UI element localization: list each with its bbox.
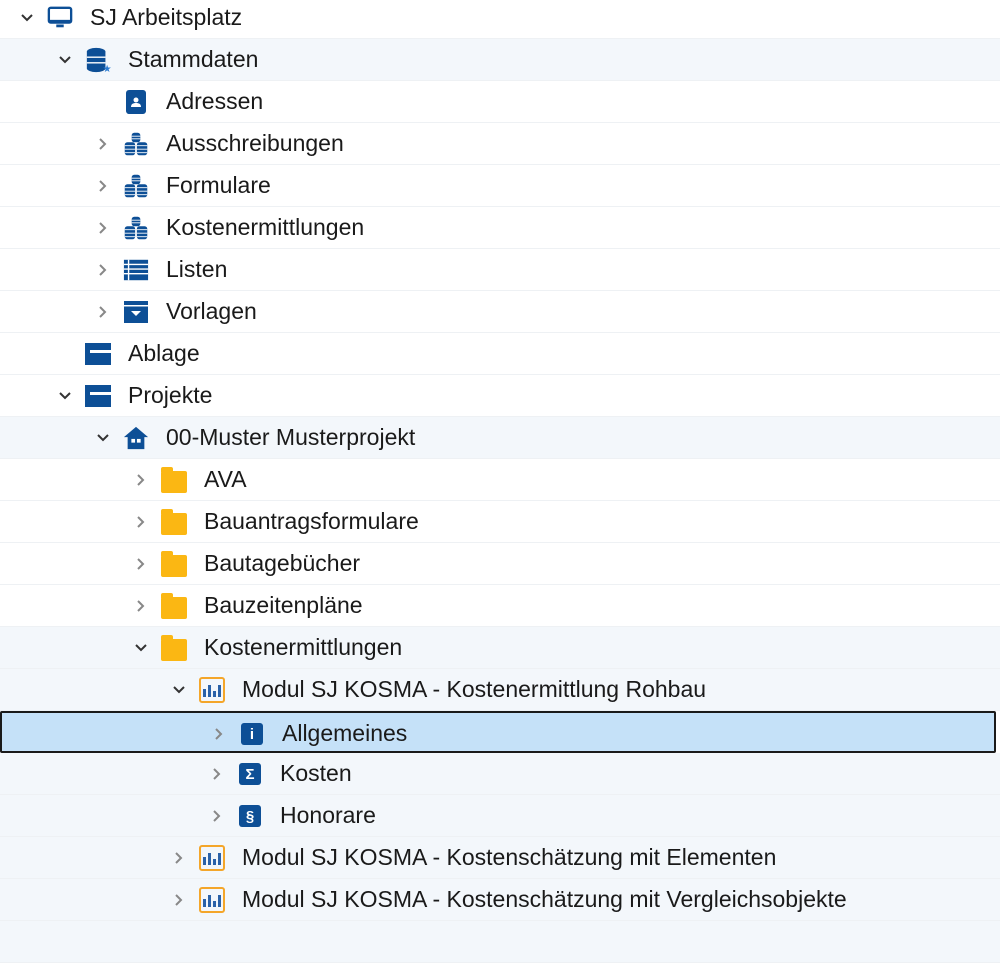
chevron-right-icon[interactable] <box>207 795 227 837</box>
tree-item-label: Formulare <box>166 172 271 198</box>
tree-item[interactable]: 00-Muster Musterprojekt <box>0 417 1000 459</box>
tree-item-label: Ablage <box>128 340 200 366</box>
tree-item-label: 00-Muster Musterprojekt <box>166 424 416 450</box>
kosma-module-icon <box>199 887 225 913</box>
tree-item-label: Bauantragsformulare <box>204 508 419 534</box>
tree-item[interactable]: Modul SJ KOSMA - Kostenermittlung Rohbau <box>0 669 1000 711</box>
chevron-right-icon[interactable] <box>169 837 189 879</box>
chevron-right-icon[interactable] <box>169 879 189 921</box>
chevron-right-icon[interactable] <box>93 165 113 207</box>
kosma-module-icon <box>199 845 225 871</box>
tree-item-label: Modul SJ KOSMA - Kostenschätzung mit Ver… <box>242 886 847 912</box>
chevron-down-icon[interactable] <box>93 417 113 459</box>
list-icon <box>123 257 149 283</box>
tree-item-label: Stammdaten <box>128 46 259 72</box>
tree-item-label: Adressen <box>166 88 264 114</box>
chevron-right-icon[interactable] <box>93 123 113 165</box>
blue-folder-icon <box>85 383 113 409</box>
tree-item-label: Kosten <box>280 760 352 786</box>
tree-item-label: Ausschreibungen <box>166 130 344 156</box>
blue-folder-icon <box>85 341 113 367</box>
tree-item-label: Honorare <box>280 802 376 828</box>
paragraph-icon: § <box>237 803 263 829</box>
tree-item-label: Bautagebücher <box>204 550 361 576</box>
tree-item-label: Vorlagen <box>166 298 257 324</box>
tree-item[interactable]: SJ Arbeitsplatz <box>0 0 1000 39</box>
chevron-right-icon[interactable] <box>93 291 113 333</box>
tree-item-label: Modul SJ KOSMA - Kostenermittlung Rohbau <box>242 676 707 702</box>
coin-stacks-icon <box>123 131 149 157</box>
tree-item[interactable]: Modul SJ KOSMA - Kostenschätzung mit Ele… <box>0 837 1000 879</box>
info-icon: i <box>239 721 265 747</box>
tree-item[interactable]: Bauzeitenpläne <box>0 585 1000 627</box>
folder-icon <box>161 466 187 493</box>
template-box-icon <box>123 299 149 325</box>
kosma-module-icon <box>199 677 225 703</box>
chevron-right-icon[interactable] <box>93 207 113 249</box>
folder-icon <box>161 592 187 619</box>
tree-item[interactable]: Bautagebücher <box>0 543 1000 585</box>
tree-item[interactable]: i Allgemeines <box>0 711 996 753</box>
tree-item-label: AVA <box>204 466 247 492</box>
tree-item[interactable]: Projekte <box>0 375 1000 417</box>
tree-view[interactable]: SJ Arbeitsplatz ★ Stammdaten Adressen Aussch… <box>0 0 1000 963</box>
chevron-right-icon[interactable] <box>93 249 113 291</box>
tree-item[interactable]: Kostenermittlungen <box>0 207 1000 249</box>
sigma-icon: Σ <box>237 761 263 787</box>
tree-item[interactable]: Ablage <box>0 333 1000 375</box>
svg-text:★: ★ <box>103 64 111 74</box>
tree-item-label: Projekte <box>128 382 213 408</box>
database-icon: ★ <box>85 47 111 74</box>
computer-icon <box>47 5 73 31</box>
house-icon <box>123 425 149 451</box>
tree-item[interactable]: Kostenermittlungen <box>0 627 1000 669</box>
tree-item-label: Kostenermittlungen <box>166 214 365 240</box>
coin-stacks-icon <box>123 173 149 199</box>
tree-item[interactable]: Modul SJ KOSMA - Kostenschätzung mit Ver… <box>0 879 1000 921</box>
coin-stacks-icon <box>123 215 149 241</box>
folder-icon <box>161 634 187 661</box>
address-book-icon <box>123 89 149 115</box>
tree-item[interactable]: Bauantragsformulare <box>0 501 1000 543</box>
tree-item[interactable]: § Honorare <box>0 795 1000 837</box>
tree-item[interactable]: Vorlagen <box>0 291 1000 333</box>
chevron-right-icon[interactable] <box>209 713 229 755</box>
chevron-right-icon[interactable] <box>207 753 227 795</box>
chevron-right-icon[interactable] <box>131 501 151 543</box>
chevron-right-icon[interactable] <box>131 543 151 585</box>
chevron-down-icon[interactable] <box>169 669 189 711</box>
chevron-down-icon[interactable] <box>131 627 151 669</box>
chevron-right-icon[interactable] <box>131 585 151 627</box>
tree-item-label: Listen <box>166 256 228 282</box>
tree-item-label: Bauzeitenpläne <box>204 592 363 618</box>
tree-item[interactable]: Adressen <box>0 81 1000 123</box>
chevron-down-icon[interactable] <box>55 39 75 81</box>
tree-item[interactable]: AVA <box>0 459 1000 501</box>
tree-item[interactable]: Σ Kosten <box>0 753 1000 795</box>
tree-item[interactable]: Formulare <box>0 165 1000 207</box>
tree-item-label: Kostenermittlungen <box>204 634 403 660</box>
folder-icon <box>161 508 187 535</box>
tree-item-label: Modul SJ KOSMA - Kostenschätzung mit Ele… <box>242 844 777 870</box>
tree-item[interactable]: ★ Stammdaten <box>0 39 1000 81</box>
tree-item-label: Allgemeines <box>282 720 408 746</box>
chevron-down-icon[interactable] <box>55 375 75 417</box>
chevron-right-icon[interactable] <box>131 459 151 501</box>
chevron-down-icon[interactable] <box>17 0 37 39</box>
tree-item[interactable]: Ausschreibungen <box>0 123 1000 165</box>
empty-row <box>0 921 1000 963</box>
tree-item[interactable]: Listen <box>0 249 1000 291</box>
tree-item-label: SJ Arbeitsplatz <box>90 4 243 30</box>
folder-icon <box>161 550 187 577</box>
